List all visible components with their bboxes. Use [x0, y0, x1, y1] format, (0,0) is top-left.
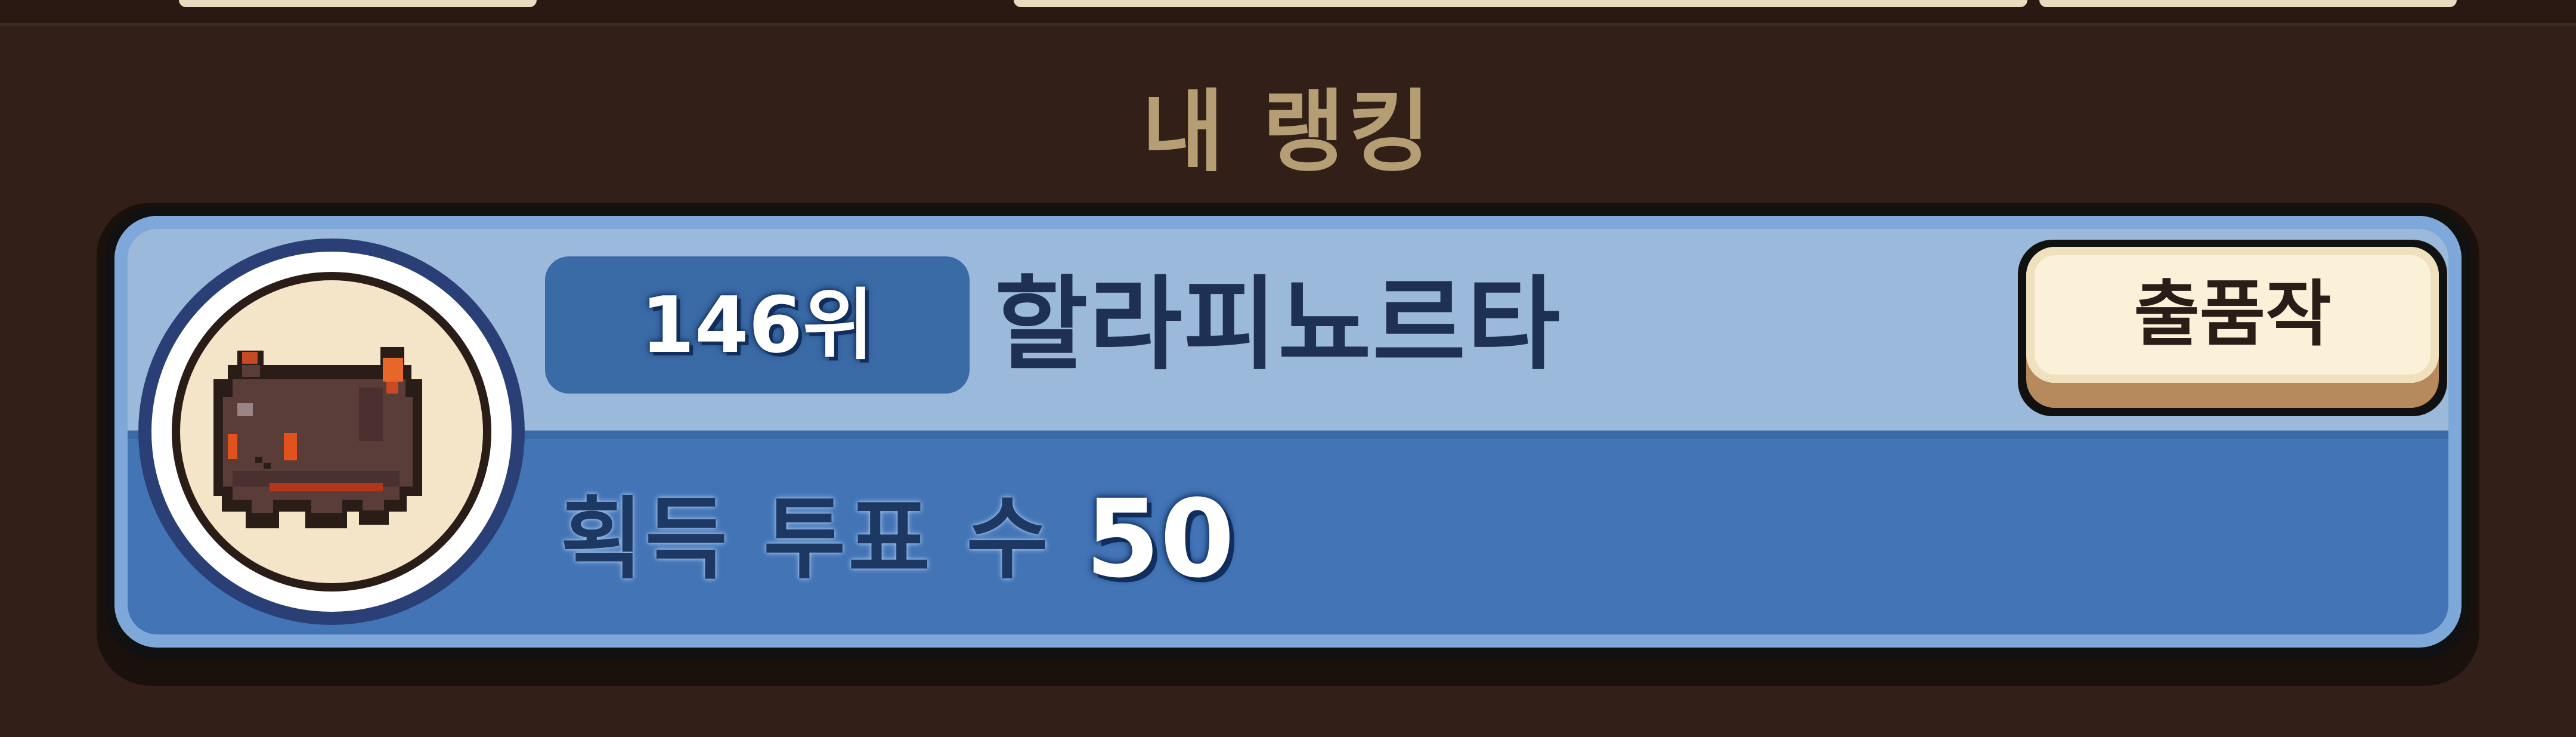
top-tab-edge [1014, 0, 2027, 7]
rank-badge: 146위 [545, 256, 970, 394]
top-tab-edge [179, 0, 537, 7]
votes-value: 50 [1085, 477, 1235, 602]
avatar [138, 239, 525, 625]
votes-label: 획득 투표 수 [561, 488, 1051, 592]
entry-button[interactable]: 출품작 [2026, 247, 2439, 383]
top-bar [0, 0, 2576, 26]
avatar-face [180, 280, 483, 583]
top-tab-edge [2039, 0, 2457, 7]
entry-name: 할라피뇨르타 [995, 266, 1562, 384]
section-title: 내 랭킹 [1141, 80, 1435, 184]
pixel-cat-avatar-icon [213, 347, 422, 528]
